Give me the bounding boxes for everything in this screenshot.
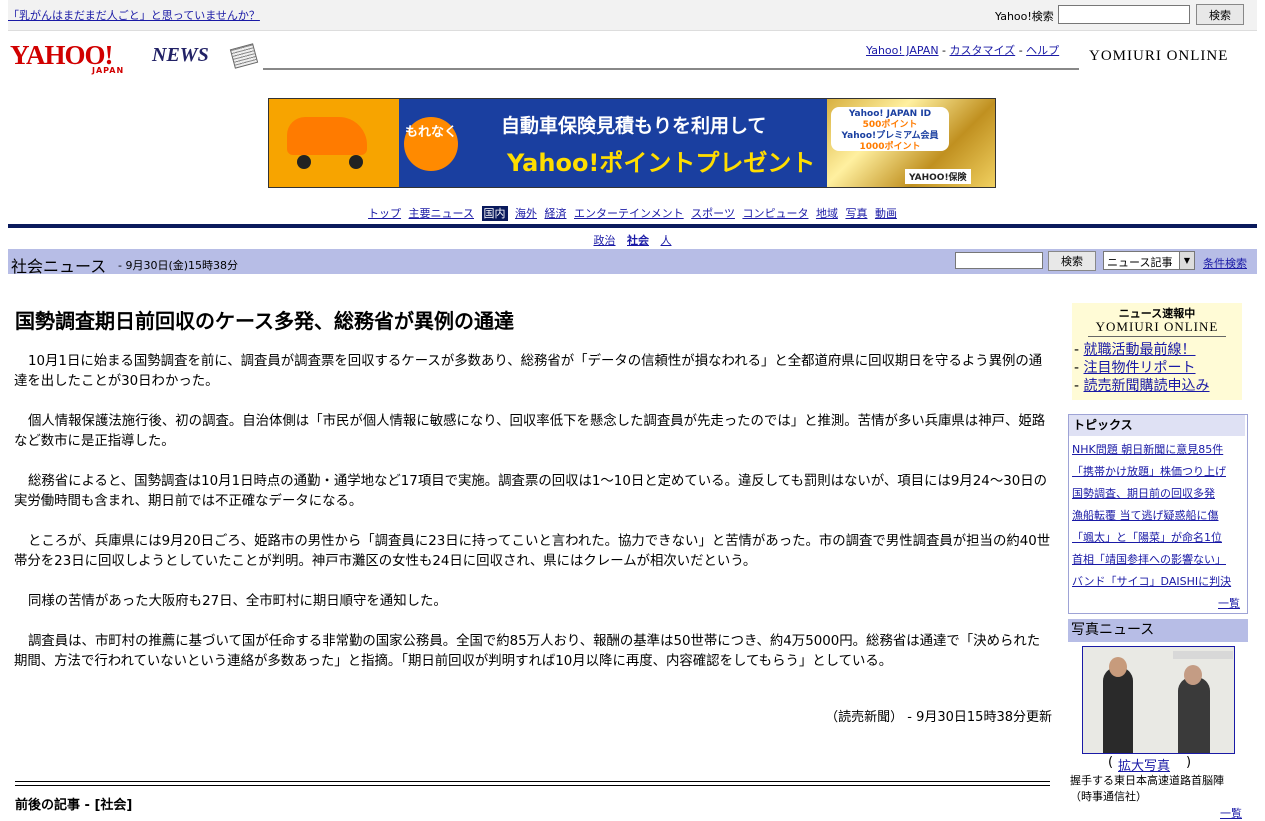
article-paragraph: 同様の苦情があった大阪府も27日、全市町村に期日順守を通知した。 bbox=[28, 594, 447, 609]
topics-title: トピックス bbox=[1069, 415, 1245, 436]
nav-business[interactable]: 経済 bbox=[545, 207, 567, 220]
photo-more-link[interactable]: 一覧 bbox=[1220, 805, 1242, 821]
list-dash: - bbox=[1074, 342, 1084, 358]
newspaper-icon bbox=[229, 43, 259, 69]
article-paragraph: 個人情報保護法施行後、初の調査。自治体側は「市民が個人情報に敏感になり、回収率低… bbox=[14, 414, 1046, 449]
article-paragraph: 10月1日に始まる国勢調査を前に、調査員が調査票を回収するケースが多数あり、総務… bbox=[14, 354, 1043, 389]
subnav-politics[interactable]: 政治 bbox=[594, 234, 616, 247]
nav-sports[interactable]: スポーツ bbox=[691, 207, 735, 220]
help-link[interactable]: ヘルプ bbox=[1026, 44, 1059, 57]
nav-main-news[interactable]: 主要ニュース bbox=[409, 207, 474, 220]
photo-person bbox=[1103, 667, 1133, 753]
yahoo-logo-sub: JAPAN bbox=[92, 66, 125, 75]
search-scope-select[interactable]: ニュース記事 ▼ bbox=[1103, 251, 1195, 270]
dropdown-arrow-icon[interactable]: ▼ bbox=[1179, 252, 1194, 269]
topic-link[interactable]: 首相「靖国参拝への影響ない」 bbox=[1072, 553, 1226, 566]
related-articles-title: 前後の記事 - [社会] bbox=[15, 798, 133, 813]
list-item: - 読売新聞購読申込み bbox=[1074, 377, 1210, 395]
yahoo-search-button[interactable]: 検索 bbox=[1196, 4, 1244, 25]
nav-computer[interactable]: コンピュータ bbox=[742, 207, 808, 220]
yomiuri-link-property[interactable]: 注目物件リポート bbox=[1084, 360, 1196, 376]
article-paragraph: ところが、兵庫県には9月20日ごろ、姫路市の男性から「調査員に23日に持ってこい… bbox=[14, 534, 1051, 569]
partner-logo[interactable]: YOMIURI ONLINE bbox=[1089, 48, 1228, 65]
ad-banner[interactable]: もれなく 自動車保険見積もりを利用して Yahoo!ポイントプレゼント Yaho… bbox=[268, 98, 996, 188]
customize-link[interactable]: カスタマイズ bbox=[950, 44, 1016, 57]
advanced-search-link[interactable]: 条件検索 bbox=[1203, 255, 1247, 271]
yomiuri-promo-logo[interactable]: YOMIURI ONLINE bbox=[1072, 319, 1242, 335]
separator: - bbox=[942, 44, 950, 57]
news-logo[interactable]: NEWS bbox=[152, 44, 209, 67]
topic-link[interactable]: 国勢調査、期日前の回収多発 bbox=[1072, 487, 1215, 500]
photo-person-head bbox=[1109, 657, 1127, 677]
photo-sign bbox=[1173, 651, 1233, 659]
utility-links: Yahoo! JAPAN - カスタマイズ - ヘルプ bbox=[866, 42, 1059, 58]
nav-domestic[interactable]: 国内 bbox=[481, 206, 508, 221]
banner-line1: 自動車保険見積もりを利用して bbox=[501, 115, 767, 137]
topics-more-link[interactable]: 一覧 bbox=[1218, 595, 1240, 611]
photo-person bbox=[1178, 677, 1210, 753]
search-scope-value: ニュース記事 bbox=[1107, 256, 1173, 269]
news-search-button[interactable]: 検索 bbox=[1048, 251, 1096, 271]
yomiuri-link-subscribe[interactable]: 読売新聞購読申込み bbox=[1084, 378, 1210, 394]
campaign-link[interactable]: 「乳がんはまだまだ人ごと」と思っていませんか？ bbox=[8, 7, 260, 23]
nav-top[interactable]: トップ bbox=[368, 207, 401, 220]
yomiuri-promo-rule bbox=[1088, 336, 1226, 337]
article-paragraph: 調査員は、市町村の推薦に基づいて国が任命する非常勤の国家公務員。全国で約85万人… bbox=[14, 634, 1041, 669]
topic-link[interactable]: NHK問題 朝日新聞に意見85件 bbox=[1072, 443, 1223, 456]
header-rule bbox=[263, 68, 1079, 70]
topic-link[interactable]: 漁船転覆 当て逃げ疑惑船に傷 bbox=[1072, 509, 1219, 522]
badge-line: 500ポイント bbox=[862, 120, 918, 130]
enlarge-photo-link[interactable]: 拡大写真 bbox=[1118, 755, 1170, 774]
yahoo-japan-link[interactable]: Yahoo! JAPAN bbox=[866, 44, 939, 57]
category-nav: トップ 主要ニュース 国内 海外 経済 エンターテインメント スポーツ コンピュ… bbox=[0, 205, 1265, 221]
bracket-close: ) bbox=[1186, 755, 1192, 770]
photo-caption: 握手する東日本高速道路首脳陣（時事通信社） bbox=[1070, 774, 1224, 803]
topic-link[interactable]: バンド「サイコ」DAISHIに判決 bbox=[1072, 575, 1231, 588]
car-illustration bbox=[269, 99, 399, 187]
sub-nav: 政治 社会 人 bbox=[0, 232, 1265, 248]
photo-news-title: 写真ニュース bbox=[1068, 619, 1248, 642]
subnav-people[interactable]: 人 bbox=[661, 234, 672, 247]
yahoo-search-input[interactable] bbox=[1058, 5, 1190, 24]
article-bottom-rule bbox=[15, 781, 1050, 786]
list-item: - 注目物件リポート bbox=[1074, 359, 1210, 377]
section-title: 社会ニュース bbox=[11, 257, 107, 276]
topic-link[interactable]: 「颯太」と「陽菜」が命名1位 bbox=[1072, 531, 1222, 544]
nav-video[interactable]: 動画 bbox=[875, 207, 897, 220]
nav-local[interactable]: 地域 bbox=[816, 207, 838, 220]
nav-rule bbox=[8, 224, 1257, 228]
yomiuri-link-job[interactable]: 就職活動最前線！ bbox=[1084, 342, 1196, 358]
badge-line: Yahoo! JAPAN ID bbox=[848, 109, 932, 119]
badge-line: 1000ポイント bbox=[859, 142, 921, 152]
topic-link[interactable]: 「携帯かけ放題」株価つり上げ bbox=[1072, 465, 1226, 478]
list-dash: - bbox=[1074, 360, 1084, 376]
banner-footer-logo: YAHOO!保険 bbox=[905, 169, 971, 184]
banner-bubble: もれなく bbox=[404, 117, 458, 171]
banner-badge: Yahoo! JAPAN ID 500ポイント Yahoo!プレミアム会員 10… bbox=[831, 107, 949, 152]
subnav-society[interactable]: 社会 bbox=[627, 234, 649, 247]
nav-entertainment[interactable]: エンターテインメント bbox=[574, 207, 684, 220]
section-date: - 9月30日(金)15時38分 bbox=[118, 259, 239, 272]
badge-line: Yahoo!プレミアム会員 bbox=[841, 131, 939, 141]
list-item: - 就職活動最前線！ bbox=[1074, 341, 1210, 359]
news-photo[interactable] bbox=[1082, 646, 1235, 754]
article-headline: 国勢調査期日前回収のケース多発、総務省が異例の通達 bbox=[15, 309, 514, 333]
article-byline: （読売新聞） - 9月30日15時38分更新 bbox=[825, 710, 1052, 725]
nav-world[interactable]: 海外 bbox=[515, 207, 537, 220]
photo-person-head bbox=[1184, 665, 1202, 685]
article-body: 10月1日に始まる国勢調査を前に、調査員が調査票を回収するケースが多数あり、総務… bbox=[14, 352, 1052, 692]
bracket-open: ( bbox=[1108, 755, 1114, 770]
article-paragraph: 総務省によると、国勢調査は10月1日時点の通勤・通学地など17項目で実施。調査票… bbox=[14, 474, 1048, 509]
topics-list: NHK問題 朝日新聞に意見85件 「携帯かけ放題」株価つり上げ 国勢調査、期日前… bbox=[1072, 439, 1231, 593]
nav-photo[interactable]: 写真 bbox=[845, 207, 867, 220]
list-dash: - bbox=[1074, 378, 1084, 394]
yahoo-search-label: Yahoo!検索 bbox=[995, 10, 1054, 23]
yomiuri-links: - 就職活動最前線！ - 注目物件リポート - 読売新聞購読申込み bbox=[1074, 341, 1210, 395]
banner-line2: Yahoo!ポイントプレゼント bbox=[507, 149, 816, 177]
news-search-input[interactable] bbox=[955, 252, 1043, 269]
